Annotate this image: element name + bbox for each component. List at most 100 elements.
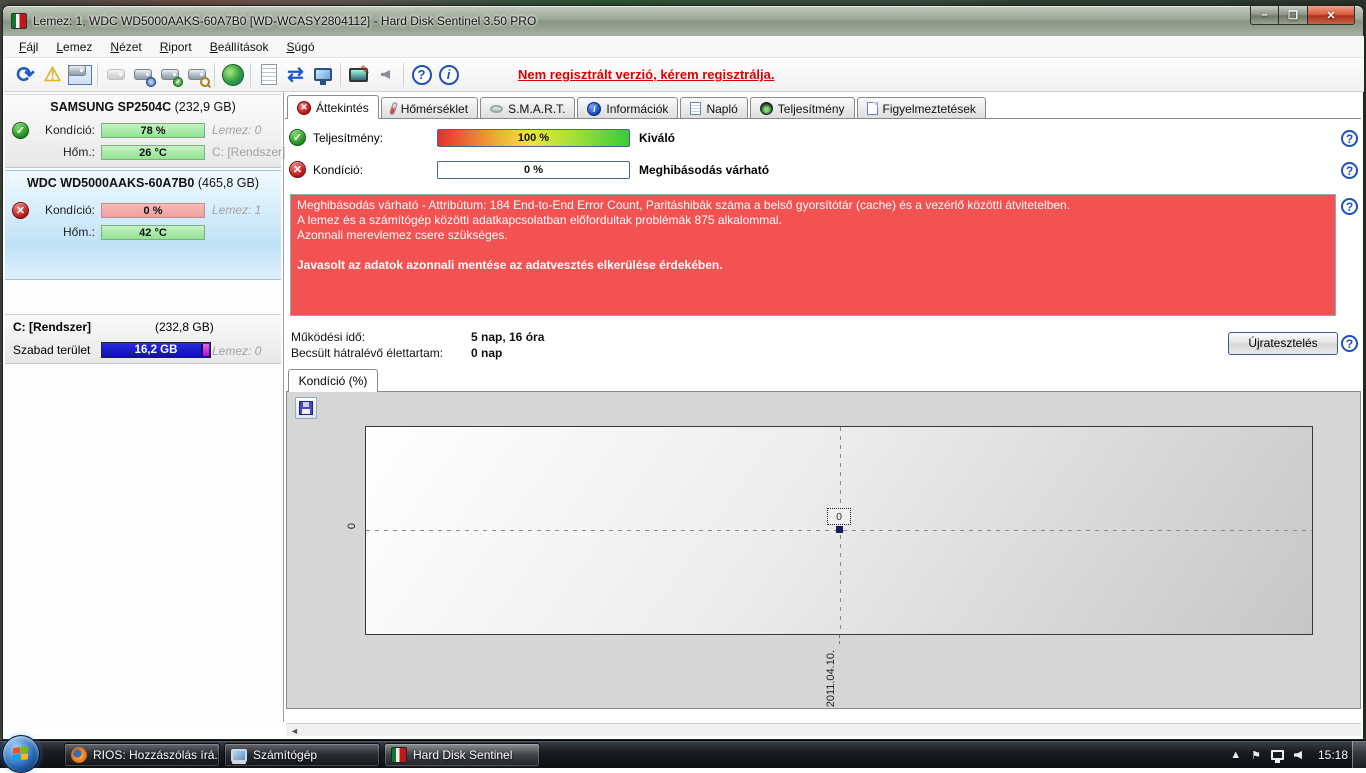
- temp-label: Hőm.:: [62, 145, 95, 159]
- disk-card-samsung[interactable]: SAMSUNG SP2504C (232,9 GB) ✓ Kondíció: 7…: [5, 94, 285, 168]
- chart-tab-condition[interactable]: Kondíció (%): [288, 369, 378, 392]
- disk-clock-icon[interactable]: [129, 61, 156, 88]
- tab-label: Figyelmeztetések: [882, 101, 976, 116]
- computer-icon: [231, 748, 247, 762]
- monitor-edit-icon[interactable]: [345, 61, 372, 88]
- sound-icon[interactable]: [372, 61, 399, 88]
- partition-size: (232,8 GB): [155, 320, 214, 334]
- tab-label: Áttekintés: [316, 100, 369, 115]
- disk-name: SAMSUNG SP2504C (232,9 GB): [5, 95, 281, 114]
- action-center-flag-icon[interactable]: ⚑: [1251, 749, 1261, 762]
- show-desktop-button[interactable]: [1352, 741, 1366, 769]
- warning-icon[interactable]: [39, 61, 66, 88]
- start-button[interactable]: [2, 735, 40, 773]
- disk-search-icon[interactable]: [183, 61, 210, 88]
- menu-settings[interactable]: Beállítások: [201, 38, 278, 56]
- alert-line: Azonnali merevlemez csere szükséges.: [297, 228, 508, 242]
- performance-rating: Kiváló: [639, 131, 676, 145]
- tab-temperature[interactable]: Hőmérséklet: [380, 97, 479, 119]
- tab-information[interactable]: i Információk: [577, 97, 679, 119]
- retest-button[interactable]: Újratesztelés: [1228, 332, 1338, 355]
- free-space-bar: 16,2 GB: [101, 342, 211, 358]
- menu-report[interactable]: Riport: [151, 38, 201, 56]
- disk-index-label: Lemez: 0: [212, 123, 262, 137]
- condition-history-chart: 0 0 2011.04.10.: [286, 391, 1361, 709]
- condition-bar: 0 %: [101, 203, 205, 218]
- app-icon: [11, 13, 27, 29]
- disk-detect-icon: [102, 61, 129, 88]
- taskbar-clock[interactable]: 15:18: [1318, 748, 1348, 762]
- drive-letter-label: C: [Rendszer]: [212, 145, 286, 159]
- toolbar: ✓ ? i Nem regisztrált verzió, kérem regi…: [4, 58, 1364, 92]
- taskbar-button-firefox[interactable]: RIOS: Hozzászólás írá...: [64, 743, 220, 767]
- partition-card[interactable]: C: [Rendszer] (232,8 GB) Szabad terület …: [5, 314, 281, 364]
- alert-advice: Javasolt az adatok azonnali mentése az a…: [297, 258, 723, 272]
- condition-label: Kondíció:: [44, 123, 95, 137]
- disk-size: (465,8 GB): [197, 176, 260, 190]
- temp-bar: 26 °C: [101, 145, 205, 160]
- disk-model: SAMSUNG SP2504C: [50, 100, 172, 114]
- tab-log[interactable]: Napló: [680, 97, 748, 119]
- volume-icon[interactable]: [1293, 751, 1302, 759]
- tab-underline: [285, 118, 1361, 119]
- y-axis-tick: 0: [346, 522, 359, 530]
- info-icon[interactable]: i: [435, 61, 462, 88]
- system-tray: ▲ ⚑ 15:18: [1230, 741, 1348, 769]
- help-icon[interactable]: ?: [1341, 162, 1358, 179]
- performance-label: Teljesítmény:: [313, 131, 384, 145]
- thermometer-icon: [388, 101, 398, 116]
- tray-expand-icon[interactable]: ▲: [1230, 749, 1241, 761]
- x-axis-tickmark: [839, 635, 840, 647]
- disk-index-label: Lemez: 0: [212, 344, 262, 358]
- floppy-icon: [299, 401, 313, 415]
- menu-view[interactable]: Nézet: [101, 38, 150, 56]
- tab-alerts[interactable]: Figyelmeztetések: [856, 97, 986, 119]
- taskbar-button-hds[interactable]: Hard Disk Sentinel: [384, 743, 540, 767]
- horizontal-scrollbar[interactable]: ◄: [286, 723, 1361, 736]
- network-computer-icon[interactable]: [309, 61, 336, 88]
- sync-icon[interactable]: [282, 61, 309, 88]
- maximize-button[interactable]: ❐: [1279, 6, 1308, 25]
- title-bar[interactable]: Lemez: 1, WDC WD5000AAKS-60A7B0 [WD-WCAS…: [3, 6, 1363, 36]
- network-icon[interactable]: [1270, 750, 1284, 763]
- tab-smart[interactable]: S.M.A.R.T.: [480, 97, 576, 119]
- tab-label: S.M.A.R.T.: [508, 101, 566, 116]
- lifetime-label: Becsült hátralévő élettartam:: [291, 346, 444, 360]
- menu-disk[interactable]: Lemez: [47, 38, 101, 56]
- disk-model: WDC WD5000AAKS-60A7B0: [26, 176, 195, 190]
- scroll-left-arrow[interactable]: ◄: [290, 726, 299, 736]
- disk-frame-icon[interactable]: [66, 61, 93, 88]
- menu-help[interactable]: Súgó: [277, 38, 323, 56]
- help-icon[interactable]: ?: [1341, 198, 1358, 215]
- alert-line: A lemez és a számítógép közötti adatkapc…: [297, 213, 782, 227]
- toolbar-separator: [340, 62, 341, 87]
- temp-bar: 42 °C: [101, 225, 205, 240]
- disk-check-icon[interactable]: ✓: [156, 61, 183, 88]
- report-icon[interactable]: [255, 61, 282, 88]
- firefox-icon: [71, 747, 87, 763]
- help-icon[interactable]: ?: [1341, 130, 1358, 147]
- help-icon[interactable]: ?: [1341, 335, 1358, 352]
- condition-bar: 78 %: [101, 123, 205, 138]
- free-space-label: Szabad terület: [13, 343, 91, 357]
- save-chart-button[interactable]: [295, 397, 317, 419]
- close-button[interactable]: ✕: [1308, 6, 1355, 25]
- disk-list-sidebar: SAMSUNG SP2504C (232,9 GB) ✓ Kondíció: 7…: [4, 92, 285, 722]
- minimize-button[interactable]: –: [1250, 6, 1279, 25]
- tab-performance[interactable]: Teljesítmény: [749, 97, 855, 119]
- disk-card-wdc-selected[interactable]: WDC WD5000AAKS-60A7B0 (465,8 GB) ✕ Kondí…: [5, 170, 281, 280]
- window-title: Lemez: 1, WDC WD5000AAKS-60A7B0 [WD-WCAS…: [33, 14, 537, 28]
- condition-rating: Meghibásodás várható: [639, 163, 770, 177]
- help-icon[interactable]: ?: [408, 61, 435, 88]
- register-link[interactable]: Nem regisztrált verzió, kérem regisztrál…: [518, 67, 775, 82]
- desktop-background: Lemez: 1, WDC WD5000AAKS-60A7B0 [WD-WCAS…: [0, 0, 1366, 773]
- tab-overview[interactable]: ✕ Áttekintés: [287, 95, 379, 119]
- data-point-label: 0: [827, 508, 851, 525]
- taskbar-button-computer[interactable]: Számítógép: [224, 743, 380, 767]
- temp-label: Hőm.:: [62, 225, 95, 239]
- menu-bar: Fájl Lemez Nézet Riport Beállítások Súgó: [4, 36, 1364, 58]
- toolbar-separator: [97, 62, 98, 87]
- menu-file[interactable]: Fájl: [10, 38, 47, 56]
- globe-icon[interactable]: [219, 61, 246, 88]
- refresh-icon[interactable]: [12, 61, 39, 88]
